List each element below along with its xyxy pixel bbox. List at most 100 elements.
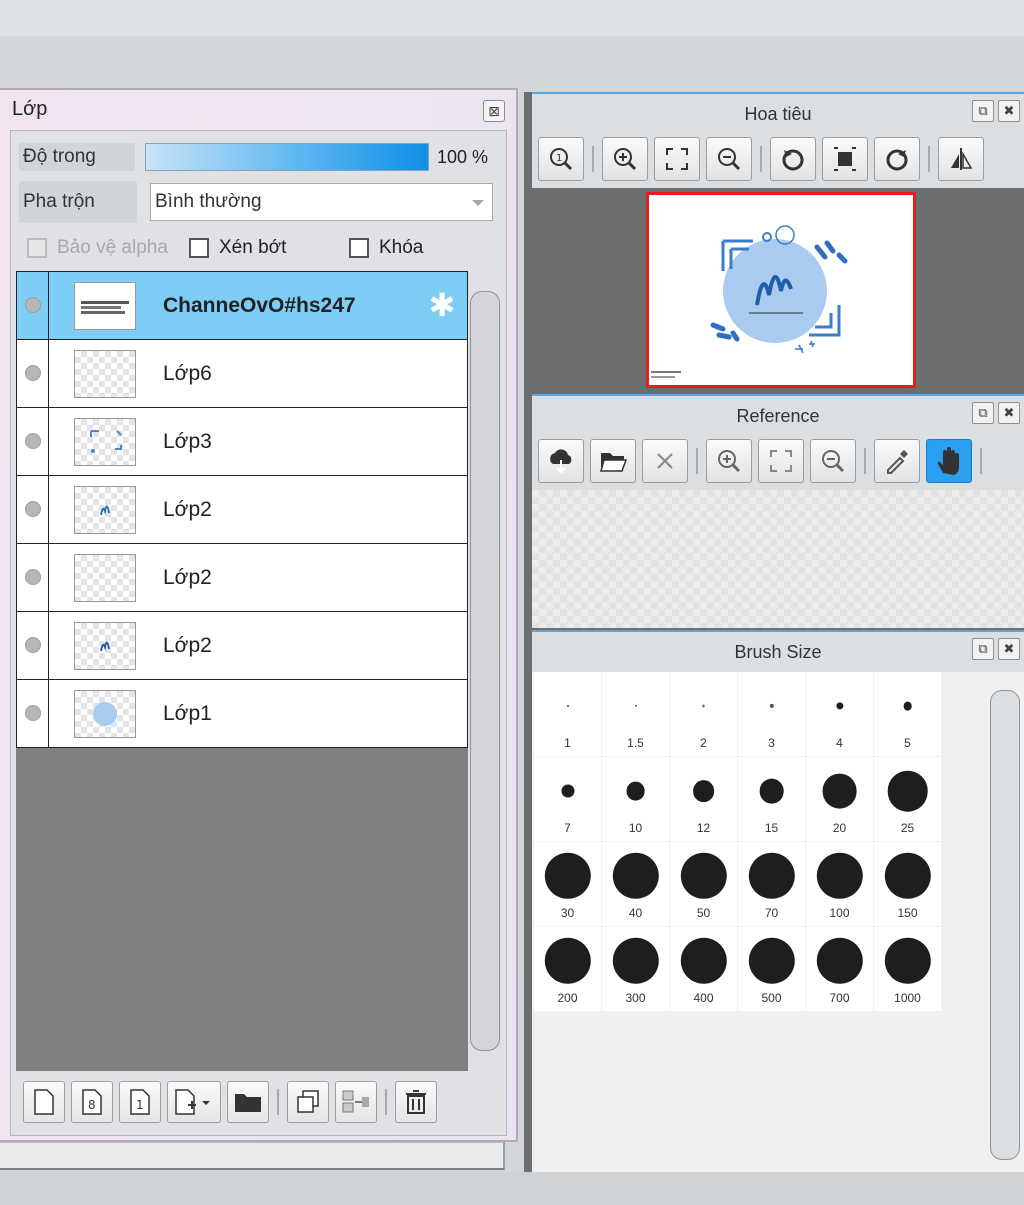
popout-icon[interactable]: ⧉ [972,402,994,424]
visibility-toggle[interactable] [17,340,49,407]
fit-screen-button[interactable] [654,137,700,181]
layer-row[interactable]: ChanneOvO#hs247 ✱ [16,271,468,340]
reset-rotation-button[interactable] [822,137,868,181]
brush-size-cell[interactable]: 3 [738,672,805,756]
navigator-viewport-frame[interactable] [646,192,916,388]
new-1bit-layer-button[interactable]: 1 [119,1081,161,1123]
close-icon[interactable]: ✖ [998,402,1020,424]
gear-icon[interactable]: ✱ [425,288,459,322]
zoom-in-button[interactable] [602,137,648,181]
layer-row[interactable]: Lớp2 [16,611,468,680]
close-icon[interactable]: ✖ [998,100,1020,122]
new-folder-button[interactable] [227,1081,269,1123]
brush-size-scrollbar[interactable] [990,690,1020,1160]
close-icon[interactable]: ✖ [998,638,1020,660]
brush-dot-icon [612,852,659,900]
brush-size-cell[interactable]: 100 [806,842,873,926]
add-layer-dropdown-button[interactable] [167,1081,221,1123]
lock-checkbox[interactable]: Khóa [349,234,423,262]
brush-size-cell[interactable]: 10 [602,757,669,841]
layer-row[interactable]: Lớp6 [16,339,468,408]
popout-icon[interactable]: ⧉ [972,100,994,122]
brush-size-cell[interactable]: 200 [534,927,601,1011]
brush-size-cell[interactable]: 15 [738,757,805,841]
brush-size-cell[interactable]: 4 [806,672,873,756]
layer-panel-body: Độ trong 100 % Pha trộn Bình thường Bảo … [10,130,507,1136]
checkbox-icon [349,238,369,258]
brush-size-cell[interactable]: 7 [534,757,601,841]
load-from-canvas-button[interactable] [538,439,584,483]
layer-row[interactable]: Lớp2 [16,543,468,612]
brush-size-cell[interactable]: 2 [670,672,737,756]
brush-size-cell[interactable]: 1.5 [602,672,669,756]
eyedropper-button[interactable] [874,439,920,483]
visibility-toggle[interactable] [17,476,49,543]
layer-row[interactable]: Lớp2 [16,475,468,544]
brush-size-cell[interactable]: 25 [874,757,941,841]
brush-size-cell[interactable]: 40 [602,842,669,926]
brush-size-label: 20 [832,821,847,835]
brush-size-cell[interactable]: 12 [670,757,737,841]
protect-alpha-checkbox[interactable]: Bảo vệ alpha [27,234,168,262]
navigator-preview[interactable] [532,188,1024,394]
brush-size-cell[interactable]: 1000 [874,927,941,1011]
brush-size-label: 100 [829,906,850,920]
popout-icon[interactable]: ⧉ [972,638,994,660]
brush-dot-icon [748,937,795,985]
hand-tool-button[interactable] [926,439,972,483]
merge-down-button[interactable] [335,1081,377,1123]
brush-size-cell[interactable]: 700 [806,927,873,1011]
brush-size-cell[interactable]: 20 [806,757,873,841]
close-icon[interactable]: ⊠ [483,100,505,122]
visibility-toggle[interactable] [17,612,49,679]
brush-size-cell[interactable]: 30 [534,842,601,926]
layer-row[interactable]: Lớp3 [16,407,468,476]
zoom-out-icon [718,148,741,171]
delete-layer-button[interactable] [395,1081,437,1123]
canvas-thumbnail-artwork [651,225,848,378]
layer-row[interactable]: Lớp1 [16,679,468,748]
brush-size-cell[interactable]: 5 [874,672,941,756]
zoom-in-button[interactable] [706,439,752,483]
blend-mode-select[interactable]: Bình thường [150,183,493,221]
layer-list-scrollbar[interactable] [468,271,502,1071]
clear-reference-button[interactable] [642,439,688,483]
page-1-icon: 1 [130,1089,150,1115]
brush-size-cell[interactable]: 50 [670,842,737,926]
duplicate-layer-button[interactable] [287,1081,329,1123]
opacity-slider[interactable] [145,143,429,171]
clipping-checkbox[interactable]: Xén bớt [189,234,286,262]
visibility-toggle[interactable] [17,272,49,339]
scrollbar-thumb[interactable] [990,690,1020,1160]
brush-size-cell[interactable]: 1 [534,672,601,756]
flip-horizontal-button[interactable] [938,137,984,181]
brush-size-cell[interactable]: 70 [738,842,805,926]
brush-size-label: 200 [557,991,578,1005]
visibility-toggle[interactable] [17,408,49,475]
rotate-right-button[interactable] [874,137,920,181]
brush-size-cell[interactable]: 150 [874,842,941,926]
close-x-icon [657,453,673,469]
zoom-actual-button[interactable]: 1 [538,137,584,181]
eye-dot-icon [25,365,41,381]
layer-thumbnail [74,282,136,330]
brush-dot-icon [702,704,705,708]
zoom-in-icon [718,450,741,473]
zoom-out-button[interactable] [706,137,752,181]
open-file-button[interactable] [590,439,636,483]
scrollbar-thumb[interactable] [470,291,500,1051]
visibility-toggle[interactable] [17,544,49,611]
fit-screen-button[interactable] [758,439,804,483]
brush-size-label: 150 [897,906,918,920]
brush-size-cell[interactable]: 300 [602,927,669,1011]
eye-dot-icon [25,433,41,449]
brush-size-cell[interactable]: 500 [738,927,805,1011]
rotate-left-button[interactable] [770,137,816,181]
new-layer-button[interactable] [23,1081,65,1123]
reference-canvas[interactable] [532,490,1024,628]
new-8bit-layer-button[interactable]: 8 [71,1081,113,1123]
brush-size-cell[interactable]: 400 [670,927,737,1011]
zoom-out-button[interactable] [810,439,856,483]
visibility-toggle[interactable] [17,680,49,747]
brush-dot-icon [626,781,645,801]
